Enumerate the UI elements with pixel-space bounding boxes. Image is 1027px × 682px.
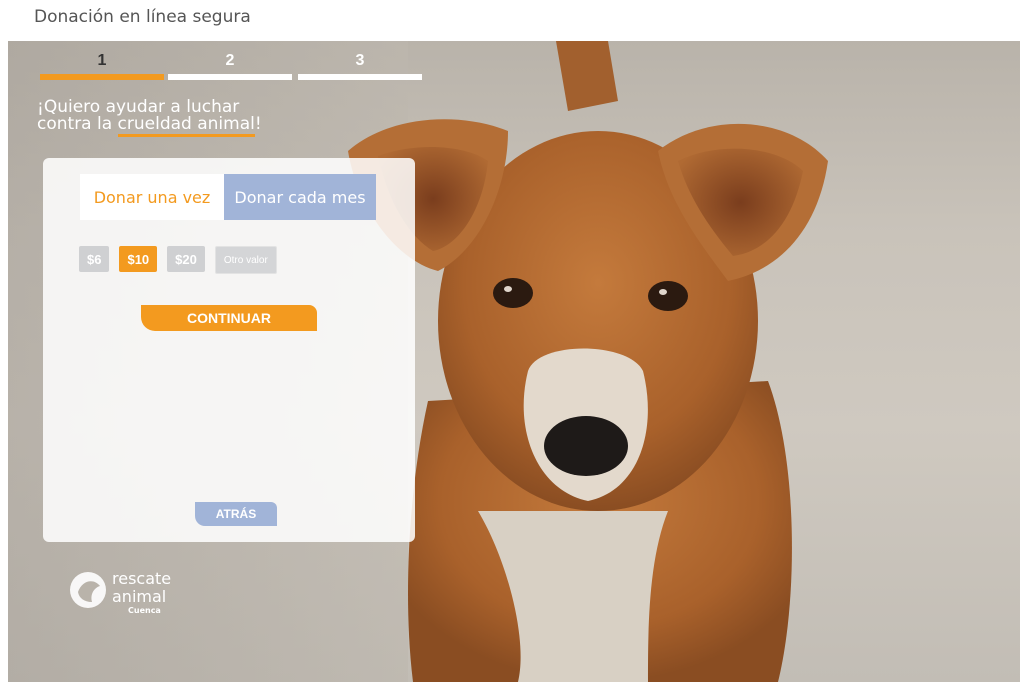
page-title: Donación en línea segura [34,7,251,27]
step-1-label: 1 [97,52,107,69]
frequency-tabs: Donar una vez Donar cada mes [80,174,376,220]
amount-other-button[interactable]: Otro valor [214,246,277,274]
amount-20-button[interactable]: $20 [167,246,205,272]
step-1: 1 [40,52,164,82]
progress-steps: 1 2 3 [40,52,423,82]
headline: ¡Quiero ayudar a luchar contra la crueld… [37,99,297,137]
amount-10-button[interactable]: $10 [119,246,158,272]
step-3-bar [298,74,422,80]
rescate-animal-logo: rescate animal Cuenca [70,569,171,615]
headline-line2-prefix: contra la [37,114,118,134]
logo-line1: rescate [112,569,171,588]
step-2: 2 [168,52,292,82]
step-3: 3 [298,52,422,82]
amount-6-button[interactable]: $6 [79,246,110,272]
headline-highlight: crueldad animal [117,114,255,137]
back-button[interactable]: ATRÁS [195,502,277,526]
step-1-bar [40,74,164,80]
tab-donate-monthly[interactable]: Donar cada mes [224,174,376,220]
step-2-bar [168,74,292,80]
step-3-label: 3 [355,52,365,69]
logo-line2: animal [112,587,166,606]
tab-donate-once[interactable]: Donar una vez [80,174,224,220]
headline-line2-suffix: ! [254,114,262,134]
amount-options: $6 $10 $20 Otro valor [79,246,277,274]
logo-line3: Cuenca [128,606,161,615]
continue-button[interactable]: CONTINUAR [141,305,317,331]
donation-panel: Donar una vez Donar cada mes $6 $10 $20 … [43,158,415,542]
step-2-label: 2 [225,52,235,69]
